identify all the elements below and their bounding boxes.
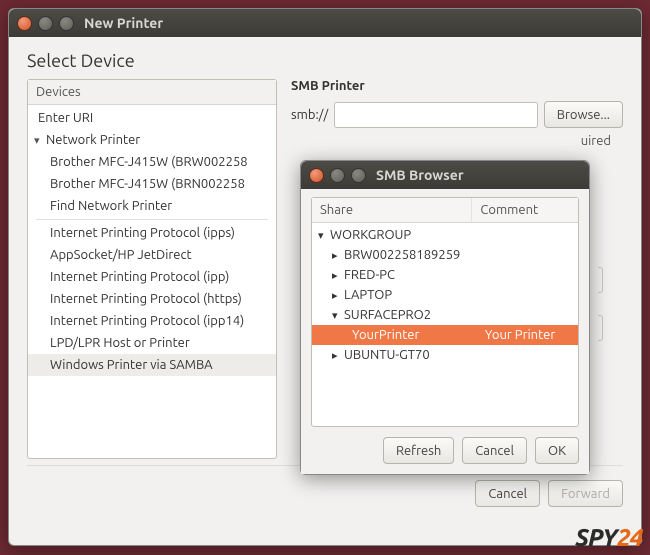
- refresh-button[interactable]: Refresh: [383, 437, 454, 464]
- chevron-down-icon: [318, 228, 330, 242]
- row-label: LAPTOP: [344, 288, 392, 302]
- close-icon[interactable]: [17, 16, 32, 31]
- minimize-icon[interactable]: [38, 16, 53, 31]
- maximize-icon[interactable]: [59, 16, 74, 31]
- forward-button[interactable]: Forward: [548, 480, 623, 507]
- row-label: SURFACEPRO2: [344, 308, 431, 322]
- browse-row[interactable]: FRED-PC: [312, 265, 578, 285]
- window-controls: [17, 16, 74, 31]
- device-tree[interactable]: Enter URI Network Printer Brother MFC-J4…: [28, 105, 276, 458]
- smb-browser-dialog: SMB Browser Share Comment WORKGROUP BRW0…: [300, 160, 590, 475]
- cancel-button[interactable]: Cancel: [462, 437, 527, 464]
- chevron-down-icon: [34, 133, 46, 147]
- col-share[interactable]: Share: [312, 198, 472, 222]
- tree-item[interactable]: Brother MFC-J415W (BRW002258: [28, 151, 276, 173]
- smb-title: SMB Printer: [291, 79, 623, 93]
- tree-group-label: Network Printer: [46, 133, 140, 147]
- minimize-icon[interactable]: [330, 168, 345, 183]
- tree-item-samba[interactable]: Windows Printer via SAMBA: [28, 354, 276, 376]
- tree-item[interactable]: LPD/LPR Host or Printer: [28, 332, 276, 354]
- chevron-right-icon: [332, 268, 344, 282]
- chevron-down-icon: [332, 308, 344, 322]
- separator: [36, 219, 268, 220]
- chevron-right-icon: [332, 348, 344, 362]
- browse-list-header: Share Comment: [312, 198, 578, 223]
- tree-item[interactable]: Internet Printing Protocol (ipps): [28, 222, 276, 244]
- tree-enter-uri[interactable]: Enter URI: [28, 107, 276, 129]
- chevron-right-icon: [332, 288, 344, 302]
- browse-row[interactable]: LAPTOP: [312, 285, 578, 305]
- tree-item[interactable]: Internet Printing Protocol (https): [28, 288, 276, 310]
- titlebar[interactable]: New Printer: [9, 9, 641, 37]
- page-heading: Select Device: [27, 51, 623, 71]
- chevron-right-icon: [332, 248, 344, 262]
- row-comment: Your Printer: [485, 328, 574, 342]
- smb-uri-input[interactable]: [334, 102, 538, 128]
- dialog-content: Share Comment WORKGROUP BRW002258189259 …: [301, 189, 589, 474]
- browse-row[interactable]: UBUNTU-GT70: [312, 345, 578, 365]
- tree-item[interactable]: Internet Printing Protocol (ipp14): [28, 310, 276, 332]
- browse-list-body: WORKGROUP BRW002258189259 FRED-PC LAPTOP…: [312, 223, 578, 367]
- tree-item[interactable]: Find Network Printer: [28, 195, 276, 217]
- tree-item[interactable]: Brother MFC-J415W (BRN002258: [28, 173, 276, 195]
- ok-button[interactable]: OK: [535, 437, 579, 464]
- browse-row-yourprinter[interactable]: YourPrinter Your Printer: [312, 325, 578, 345]
- tree-item[interactable]: Internet Printing Protocol (ipp): [28, 266, 276, 288]
- dialog-button-bar: Refresh Cancel OK: [311, 437, 579, 464]
- watermark: SPY24: [575, 524, 642, 551]
- watermark-text: 24: [617, 524, 642, 551]
- devices-header: Devices: [28, 80, 276, 105]
- browse-button[interactable]: Browse...: [544, 101, 623, 128]
- required-fragment: uired: [581, 134, 611, 148]
- browse-row[interactable]: BRW002258189259: [312, 245, 578, 265]
- row-label: BRW002258189259: [344, 248, 460, 262]
- watermark-text: SPY: [575, 524, 616, 551]
- row-label: YourPrinter: [352, 328, 419, 342]
- maximize-icon[interactable]: [351, 168, 366, 183]
- dialog-titlebar[interactable]: SMB Browser: [301, 161, 589, 189]
- row-label: UBUNTU-GT70: [344, 348, 430, 362]
- cancel-button[interactable]: Cancel: [475, 480, 540, 507]
- dialog-title: SMB Browser: [376, 167, 464, 183]
- window-controls: [309, 168, 366, 183]
- browse-row-surfacepro2[interactable]: SURFACEPRO2: [312, 305, 578, 325]
- tree-network-printer[interactable]: Network Printer: [28, 129, 276, 151]
- tree-item[interactable]: AppSocket/HP JetDirect: [28, 244, 276, 266]
- browse-row-workgroup[interactable]: WORKGROUP: [312, 225, 578, 245]
- browse-list[interactable]: Share Comment WORKGROUP BRW002258189259 …: [311, 197, 579, 427]
- window-title: New Printer: [84, 15, 163, 31]
- col-comment[interactable]: Comment: [472, 198, 578, 222]
- row-label: WORKGROUP: [330, 228, 411, 242]
- devices-panel: Devices Enter URI Network Printer Brothe…: [27, 79, 277, 459]
- row-label: FRED-PC: [344, 268, 395, 282]
- smb-prefix-label: smb://: [291, 108, 328, 122]
- close-icon[interactable]: [309, 168, 324, 183]
- hidden-field-edges: [598, 267, 603, 341]
